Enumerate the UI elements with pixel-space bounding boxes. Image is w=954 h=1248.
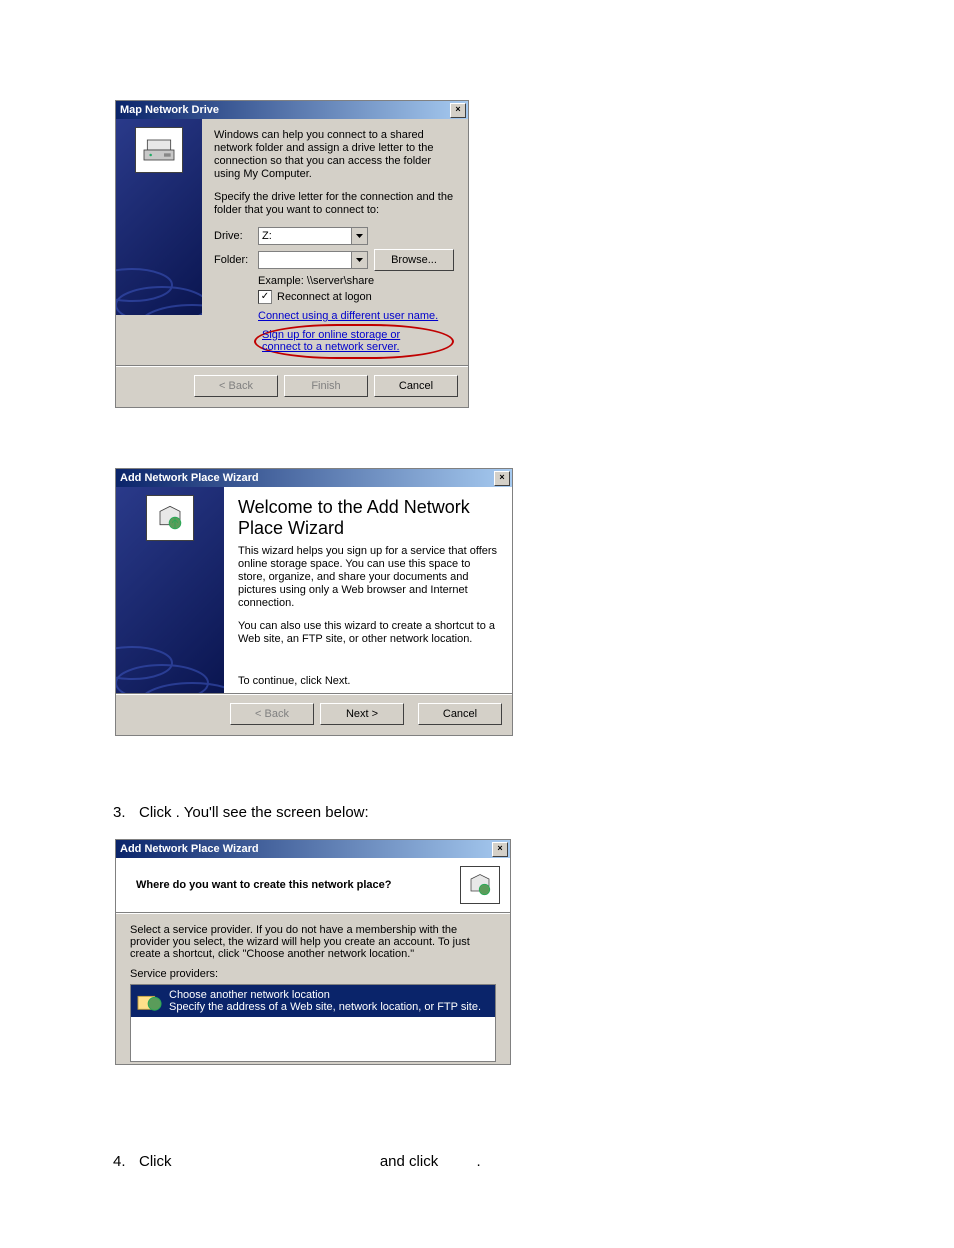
wizard-banner: Where do you want to create this network… xyxy=(116,858,510,912)
finish-button: Finish xyxy=(284,375,368,397)
close-icon[interactable]: × xyxy=(494,471,510,486)
folder-combo[interactable] xyxy=(258,251,368,269)
network-place-icon xyxy=(460,866,500,904)
window-title: Map Network Drive xyxy=(120,104,219,116)
add-network-place-welcome-dialog: Add Network Place Wizard × xyxy=(115,468,513,736)
close-icon[interactable]: × xyxy=(450,103,466,118)
globe-folder-icon xyxy=(135,988,165,1014)
step-text-a: Click xyxy=(139,804,176,821)
back-button: < Back xyxy=(194,375,278,397)
close-icon[interactable]: × xyxy=(492,842,508,857)
titlebar: Add Network Place Wizard × xyxy=(116,469,512,487)
step-number: 3. xyxy=(113,804,139,821)
reconnect-checkbox[interactable]: ✓ Reconnect at logon xyxy=(258,290,454,304)
instruction-step-4: 4. Click and click . xyxy=(115,1153,839,1170)
service-providers-list[interactable]: Choose another network location Specify … xyxy=(130,984,496,1062)
service-providers-label: Service providers: xyxy=(130,968,496,980)
wizard-p2: You can also use this wizard to create a… xyxy=(238,620,498,646)
next-button[interactable]: Next > xyxy=(320,703,404,725)
list-item-subtitle: Specify the address of a Web site, netwo… xyxy=(169,1001,481,1013)
step-text-a: Click xyxy=(139,1153,176,1170)
chevron-down-icon xyxy=(351,228,367,244)
wizard-sidebar-graphic xyxy=(116,487,224,693)
cancel-button[interactable]: Cancel xyxy=(418,703,502,725)
browse-button[interactable]: Browse... xyxy=(374,249,454,271)
step-number: 4. xyxy=(113,1153,139,1170)
chevron-down-icon xyxy=(351,252,367,268)
intro-text-1: Windows can help you connect to a shared… xyxy=(214,129,454,181)
network-place-icon xyxy=(146,495,194,541)
checkbox-checked-icon: ✓ xyxy=(258,290,272,304)
add-network-place-provider-dialog: Add Network Place Wizard × Where do you … xyxy=(115,839,511,1065)
step-text-c: . xyxy=(477,1153,481,1170)
back-button: < Back xyxy=(230,703,314,725)
cancel-button[interactable]: Cancel xyxy=(374,375,458,397)
wizard-heading: Welcome to the Add Network Place Wizard xyxy=(238,497,498,539)
step-text-b: . You'll see the screen below: xyxy=(176,804,369,821)
continue-text: To continue, click Next. xyxy=(238,675,498,687)
banner-question: Where do you want to create this network… xyxy=(126,879,392,891)
step-text-b: and click xyxy=(380,1153,443,1170)
window-title: Add Network Place Wizard xyxy=(120,472,259,484)
wizard-content: Welcome to the Add Network Place Wizard … xyxy=(224,487,512,693)
wizard-p1: This wizard helps you sign up for a serv… xyxy=(238,545,498,610)
online-storage-link[interactable]: Sign up for online storage or connect to… xyxy=(262,329,440,353)
example-text: Example: \\server\share xyxy=(258,275,454,287)
wizard-content: Windows can help you connect to a shared… xyxy=(202,119,468,365)
drive-label: Drive: xyxy=(214,230,258,242)
titlebar: Map Network Drive × xyxy=(116,101,468,119)
different-user-link[interactable]: Connect using a different user name. xyxy=(258,310,438,322)
wizard-sidebar-graphic xyxy=(116,119,202,315)
instruction-step-3: 3. Click . You'll see the screen below: xyxy=(115,804,839,821)
list-item-title: Choose another network location xyxy=(169,989,481,1001)
folder-label: Folder: xyxy=(214,254,258,266)
map-network-drive-dialog: Map Network Drive × xyxy=(115,100,469,408)
drive-icon xyxy=(135,127,183,173)
titlebar: Add Network Place Wizard × xyxy=(116,840,510,858)
button-row: < Back Finish Cancel xyxy=(116,367,468,407)
button-row: < Back Next > Cancel xyxy=(116,695,512,735)
drive-select[interactable]: Z: xyxy=(258,227,368,245)
window-title: Add Network Place Wizard xyxy=(120,843,259,855)
intro-text-2: Specify the drive letter for the connect… xyxy=(214,191,454,217)
drive-value: Z: xyxy=(262,230,272,242)
list-item[interactable]: Choose another network location Specify … xyxy=(131,985,495,1017)
provider-description: Select a service provider. If you do not… xyxy=(130,924,496,960)
highlighted-link-oval: Sign up for online storage or connect to… xyxy=(254,324,454,359)
reconnect-label: Reconnect at logon xyxy=(277,291,372,303)
